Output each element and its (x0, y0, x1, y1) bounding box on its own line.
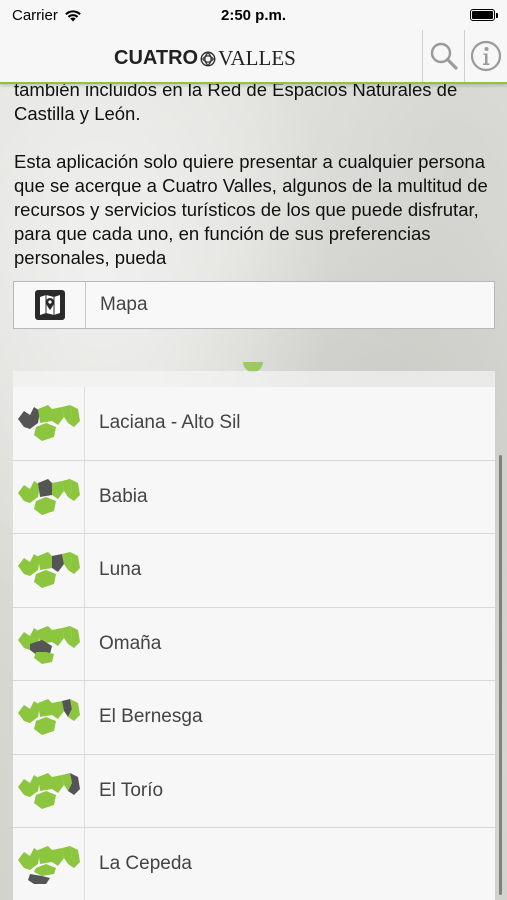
region-list[interactable]: Laciana - Alto Sil Babia Luna Omaña El B… (13, 371, 495, 900)
app-logo: CUATRO VALLES (114, 46, 296, 71)
list-item-omana[interactable]: Omaña (13, 607, 495, 681)
list-item-label: Omaña (99, 632, 162, 654)
intro-text: también incluidos en la Red de Espacios … (14, 84, 496, 280)
region-map-icon (13, 828, 85, 900)
list-item-label: Laciana - Alto Sil (99, 412, 241, 434)
list-item-label: Babia (99, 485, 148, 507)
info-icon (470, 40, 501, 72)
map-label: Mapa (100, 294, 148, 315)
list-top-spacer (13, 371, 495, 387)
region-map-icon (13, 681, 85, 754)
info-button[interactable] (464, 30, 506, 82)
region-map-icon (13, 607, 85, 680)
region-map-icon (13, 754, 85, 827)
wifi-icon (65, 9, 81, 21)
region-map-icon (13, 387, 85, 460)
map-pin-icon (34, 290, 65, 320)
region-map-icon (13, 534, 85, 607)
list-item-label: El Torío (99, 779, 164, 801)
map-button[interactable]: Mapa (13, 281, 495, 329)
status-bar: Carrier 2:50 p.m. (0, 0, 507, 30)
logo-text-bold: CUATRO (114, 47, 199, 69)
intro-paragraph: Esta aplicación solo quiere presentar a … (14, 151, 488, 268)
search-button[interactable] (422, 30, 464, 82)
intro-scroll-area[interactable]: también incluidos en la Red de Espacios … (0, 84, 507, 280)
battery-icon (470, 9, 498, 21)
region-map-icon (13, 460, 85, 533)
status-left: Carrier (12, 7, 82, 24)
list-item-torio[interactable]: El Torío (13, 754, 495, 828)
list-item-label: Luna (99, 559, 142, 581)
logo-text-light: VALLES (218, 46, 296, 70)
map-icon-box (14, 282, 86, 328)
carrier-label: Carrier (12, 6, 58, 24)
app-header: CUATRO VALLES (0, 30, 507, 84)
list-item-label: El Bernesga (99, 706, 203, 728)
clock: 2:50 p.m. (220, 6, 287, 24)
scrollbar[interactable] (499, 455, 502, 895)
list-item-luna[interactable]: Luna (13, 534, 495, 608)
list-item-label: La Cepeda (99, 853, 192, 875)
search-icon (430, 42, 458, 70)
list-item-laciana[interactable]: Laciana - Alto Sil (13, 387, 495, 461)
list-item-cepeda[interactable]: La Cepeda (13, 828, 495, 900)
logo-knot-icon (200, 51, 216, 66)
list-item-bernesga[interactable]: El Bernesga (13, 681, 495, 755)
intro-paragraph: también incluidos en la Red de Espacios … (14, 84, 458, 124)
list-item-babia[interactable]: Babia (13, 460, 495, 534)
